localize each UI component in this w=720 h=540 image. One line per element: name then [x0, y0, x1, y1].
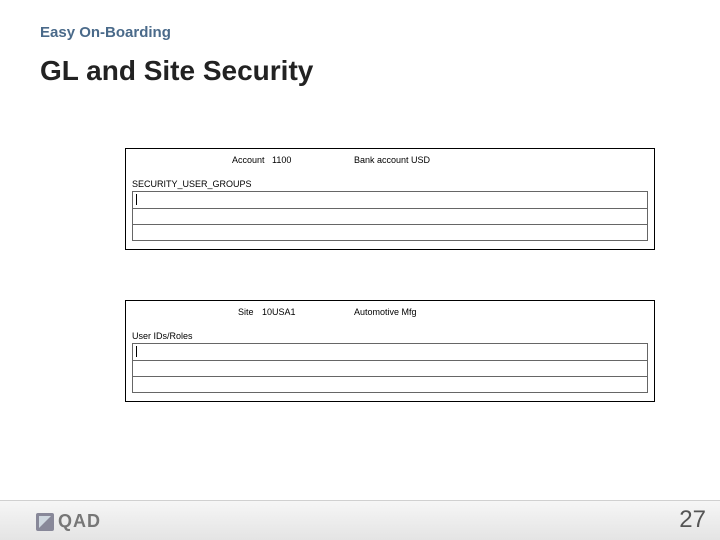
- footer: QAD 27: [0, 500, 720, 540]
- section-label: Easy On-Boarding: [40, 24, 171, 41]
- user-roles-label: User IDs/Roles: [132, 331, 193, 341]
- account-label: Account: [232, 155, 265, 165]
- site-description: Automotive Mfg: [354, 307, 417, 317]
- slide-title: GL and Site Security: [40, 55, 313, 87]
- list-row[interactable]: [132, 343, 648, 361]
- list-row[interactable]: [132, 361, 648, 377]
- user-roles-list: [132, 343, 648, 393]
- text-cursor-icon: [136, 194, 137, 205]
- slide: Easy On-Boarding GL and Site Security Ac…: [0, 0, 720, 540]
- qad-logo-icon: [36, 513, 54, 531]
- page-number: 27: [679, 506, 706, 534]
- qad-logo: QAD: [36, 511, 101, 532]
- site-label: Site: [238, 307, 254, 317]
- gl-security-panel: Account 1100 Bank account USD SECURITY_U…: [125, 148, 655, 250]
- site-security-panel: Site 10USA1 Automotive Mfg User IDs/Role…: [125, 300, 655, 402]
- security-group-label: SECURITY_USER_GROUPS: [132, 179, 252, 189]
- text-cursor-icon: [136, 346, 137, 357]
- account-value: 1100: [272, 155, 291, 165]
- list-row[interactable]: [132, 225, 648, 241]
- account-description: Bank account USD: [354, 155, 430, 165]
- site-value: 10USA1: [262, 307, 296, 317]
- security-group-list: [132, 191, 648, 241]
- list-row[interactable]: [132, 191, 648, 209]
- list-row[interactable]: [132, 377, 648, 393]
- qad-logo-text: QAD: [58, 511, 101, 532]
- list-row[interactable]: [132, 209, 648, 225]
